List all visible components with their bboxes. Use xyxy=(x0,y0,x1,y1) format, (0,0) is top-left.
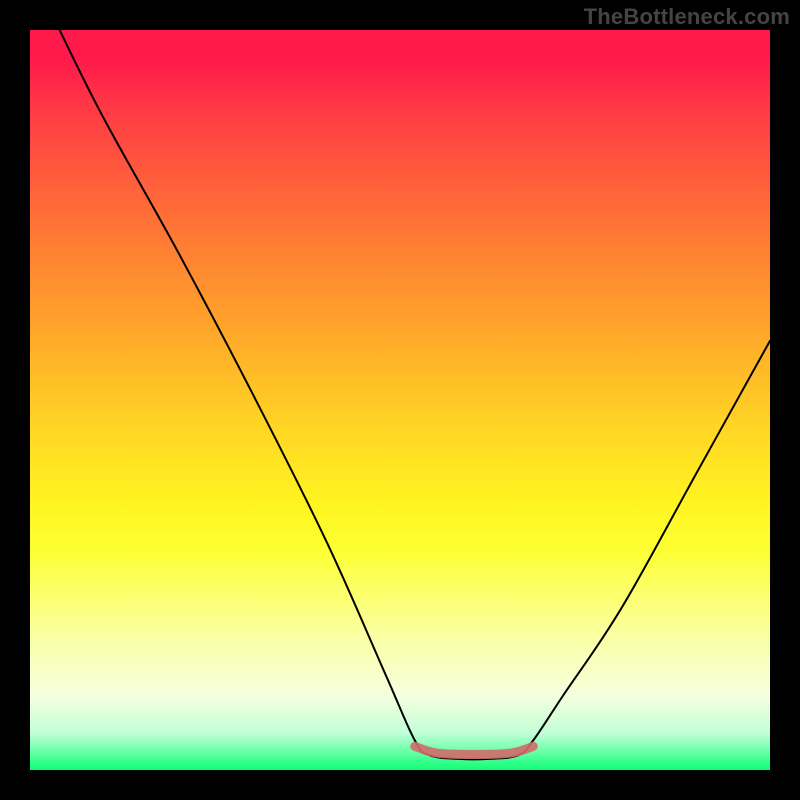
series-bottleneck-curve xyxy=(60,30,770,759)
series-optimal-band xyxy=(415,746,533,754)
curve-layer xyxy=(30,30,770,770)
watermark-text: TheBottleneck.com xyxy=(584,4,790,30)
chart-frame: TheBottleneck.com xyxy=(0,0,800,800)
plot-area xyxy=(30,30,770,770)
